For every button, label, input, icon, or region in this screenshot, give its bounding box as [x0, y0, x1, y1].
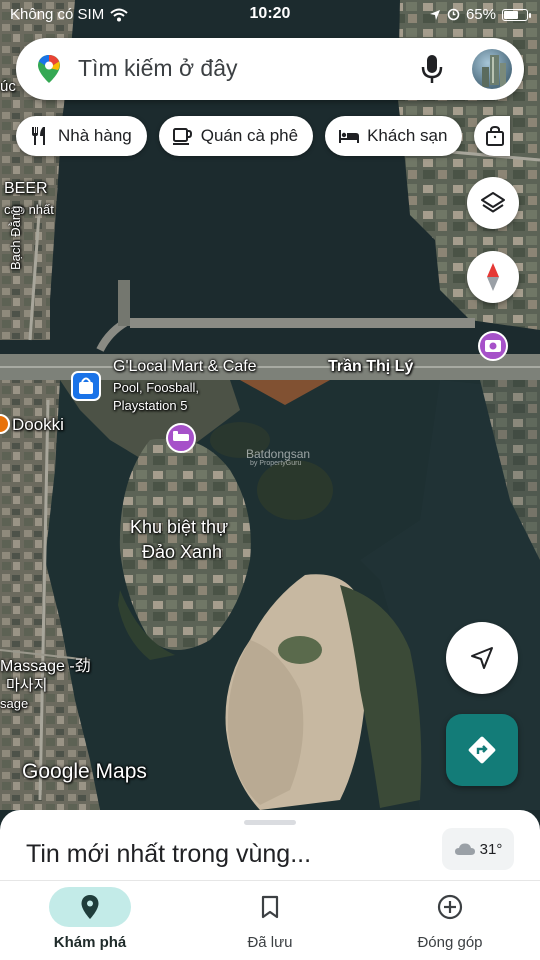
area-label-island-line1: Khu biệt thự	[130, 517, 229, 537]
chip-label: Nhà hàng	[58, 126, 132, 145]
cloud-icon	[454, 843, 475, 855]
directions-icon	[468, 736, 496, 764]
weather-chip[interactable]: 31°	[442, 828, 514, 870]
status-right: 65%	[429, 6, 531, 23]
restaurant-icon	[32, 127, 45, 145]
area-label-island-line2: Đảo Xanh	[142, 542, 223, 562]
search-bar[interactable]: Tìm kiếm ở đây	[16, 38, 524, 100]
sheet-drag-handle[interactable]	[244, 820, 296, 825]
nav-label: Khám phá	[53, 934, 127, 951]
bottom-navigation: Khám phá Đã lưu Đóng góp	[0, 880, 540, 960]
category-chips: Nhà hàng Quán cà phê Khách sạn	[16, 116, 511, 156]
coffee-icon	[172, 128, 192, 145]
contribute-plus-icon	[437, 894, 463, 920]
watermark-batdongsan-sub: by PropertyGuru	[250, 460, 302, 467]
battery-icon	[502, 8, 531, 21]
poi-label-glocal-title[interactable]: G'Local Mart & Cafe	[113, 358, 257, 376]
nav-saved-pill	[229, 887, 311, 927]
google-maps-pin-icon	[38, 55, 60, 83]
google-maps-logo: Google Maps	[22, 760, 147, 783]
nav-explore[interactable]: Khám phá	[0, 881, 180, 960]
my-location-button[interactable]	[446, 622, 518, 694]
nav-saved[interactable]: Đã lưu	[180, 881, 360, 960]
nav-label: Đóng góp	[417, 934, 483, 951]
compass-icon	[487, 263, 499, 291]
bottom-sheet[interactable]: Tin mới nhất trong vùng... 31°	[0, 810, 540, 880]
sheet-title: Tin mới nhất trong vùng...	[26, 840, 312, 868]
nav-label: Đã lưu	[247, 934, 293, 951]
location-arrow-icon	[429, 9, 440, 20]
layers-icon	[481, 192, 505, 213]
explore-pin-icon	[81, 895, 99, 919]
chip-coffee[interactable]: Quán cà phê	[158, 116, 314, 156]
chip-shopping[interactable]	[474, 116, 511, 156]
status-bar: Không có SIM 10:20 65%	[0, 0, 540, 30]
poi-label-dookki[interactable]: Dookki	[12, 415, 64, 435]
poi-label-glocal-sub2: Playstation 5	[113, 398, 188, 413]
poi-label-massage-partial: sage	[0, 696, 29, 711]
nav-contribute-pill	[409, 887, 491, 927]
nav-explore-pill	[49, 887, 131, 927]
bookmark-icon	[261, 895, 279, 919]
alarm-icon	[447, 8, 460, 21]
shopping-bag-icon	[486, 125, 505, 146]
hotel-icon	[339, 130, 360, 143]
poi-label-massage-ko: 마사지	[6, 677, 48, 694]
nav-contribute[interactable]: Đóng góp	[360, 881, 540, 960]
search-input[interactable]: Tìm kiếm ở đây	[78, 55, 238, 82]
map-label-beer: BEER	[4, 180, 48, 197]
street-label-bach-dang: Bạch Đằng	[8, 205, 23, 270]
chip-restaurants[interactable]: Nhà hàng	[16, 116, 147, 156]
poi-label-glocal-sub1: Pool, Foosball,	[113, 380, 199, 395]
chip-label: Quán cà phê	[200, 126, 299, 145]
battery-percent: 65%	[465, 6, 496, 23]
compass-button[interactable]	[467, 251, 519, 303]
poi-label-massage[interactable]: Massage -劲	[0, 652, 91, 676]
chip-label: Khách sạn	[367, 126, 448, 145]
directions-button[interactable]	[446, 714, 518, 786]
chip-hotels[interactable]: Khách sạn	[325, 116, 463, 156]
weather-temperature: 31°	[479, 840, 503, 858]
watermark-batdongsan: Batdongsan	[246, 447, 311, 461]
microphone-icon[interactable]	[419, 52, 445, 86]
map-label-top-left: úc	[0, 78, 16, 95]
layers-button[interactable]	[467, 177, 519, 229]
my-location-icon	[471, 647, 493, 669]
street-label-tran-thi-ly: Trần Thị Lý	[328, 358, 414, 375]
avatar[interactable]	[472, 49, 512, 89]
